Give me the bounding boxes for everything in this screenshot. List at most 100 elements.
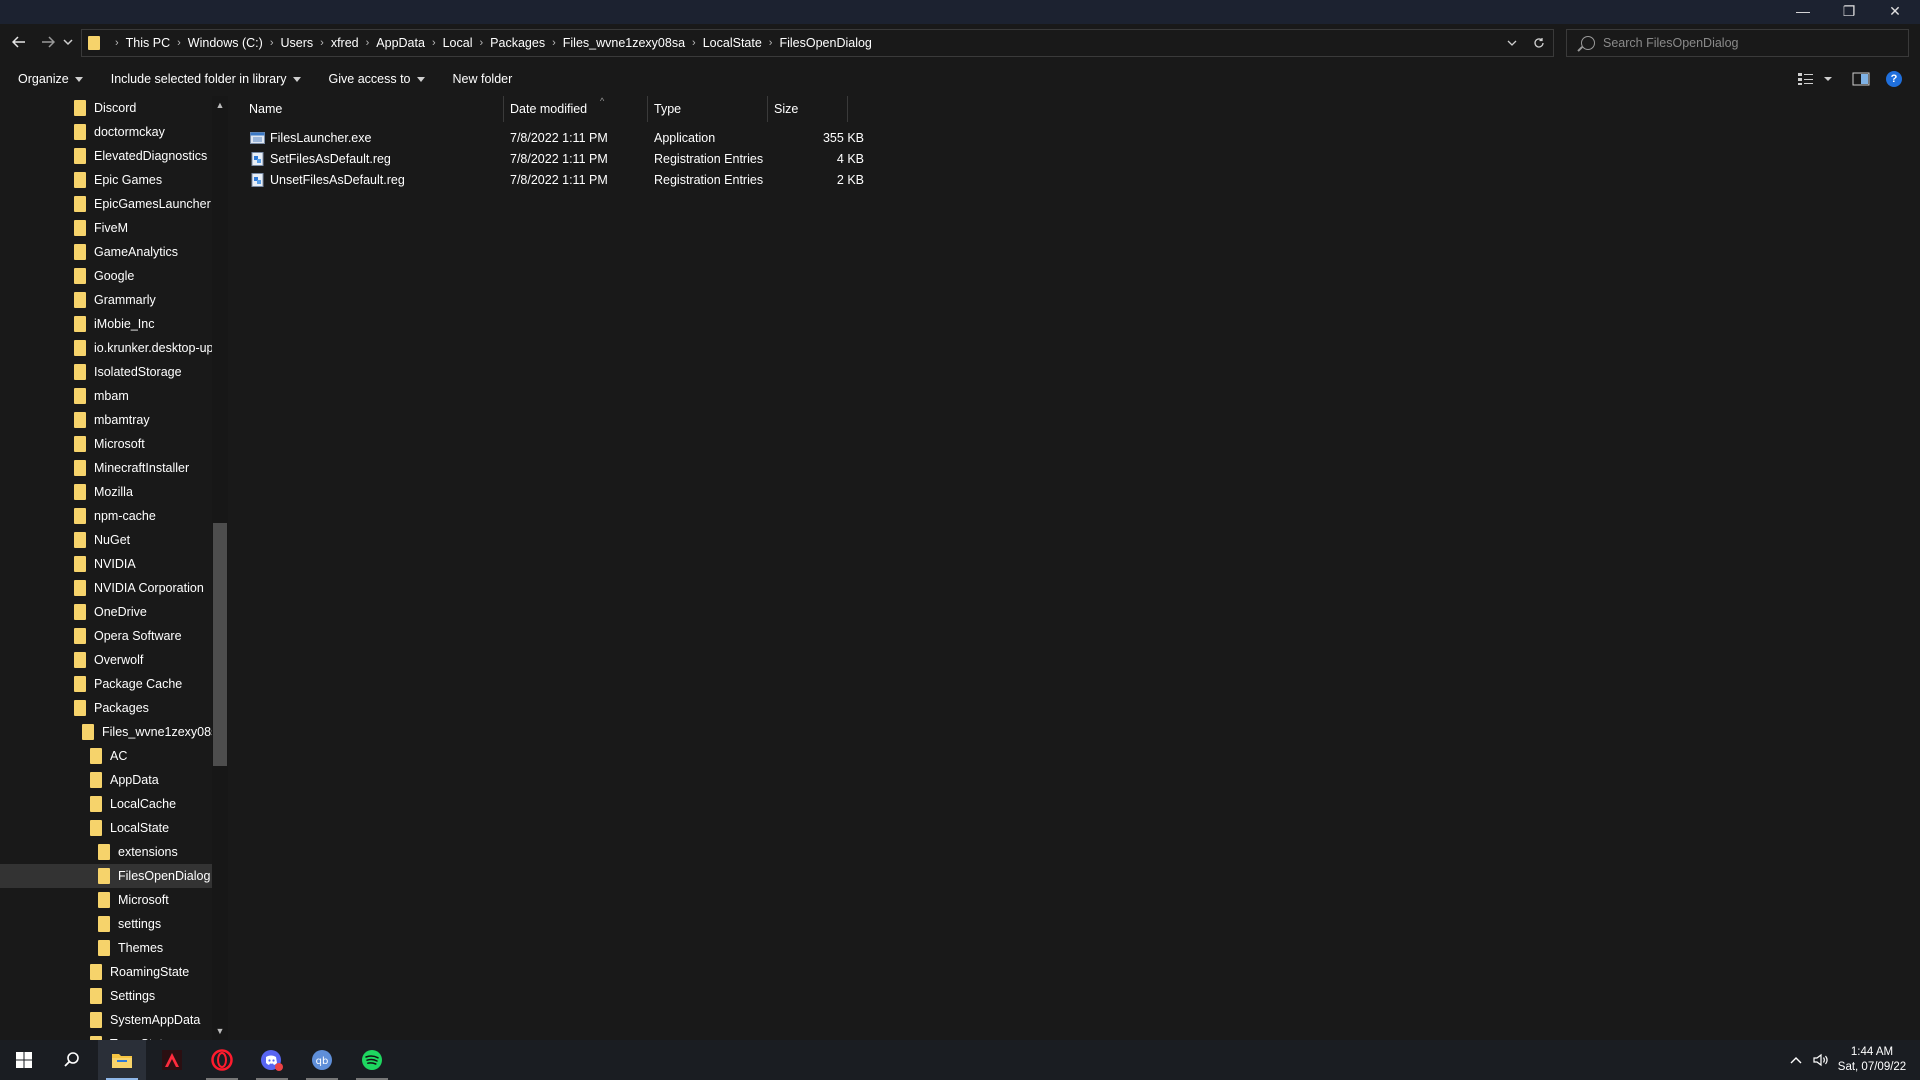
breadcrumb-item[interactable]: This PC [126,36,170,50]
minimize-button[interactable]: — [1780,0,1826,22]
breadcrumb-separator-icon[interactable]: › [270,37,274,49]
nav-tree-item[interactable]: NVIDIA Corporation [0,576,212,600]
column-divider[interactable] [503,96,504,122]
breadcrumb-item[interactable]: Windows (C:) [188,36,263,50]
taskbar-adobe-acrobat[interactable] [148,1040,196,1080]
nav-tree-item[interactable]: Microsoft [0,888,212,912]
nav-tree-item[interactable]: Themes [0,936,212,960]
breadcrumb-separator-icon[interactable]: › [366,37,370,49]
nav-tree-item[interactable]: doctormckay [0,120,212,144]
search-input[interactable] [1603,36,1903,50]
taskbar-file-explorer[interactable] [98,1040,146,1080]
nav-tree-item[interactable]: IsolatedStorage [0,360,212,384]
refresh-button[interactable] [1530,34,1548,52]
breadcrumb-item[interactable]: LocalState [703,36,762,50]
nav-tree-item[interactable]: LocalCache [0,792,212,816]
search-box[interactable] [1566,29,1909,57]
nav-tree-item[interactable]: AC [0,744,212,768]
column-header-date[interactable]: Date modified [510,96,587,122]
new-folder-button[interactable]: New folder [453,72,513,86]
file-row[interactable]: UnsetFilesAsDefault.reg 7/8/2022 1:11 PM R… [248,170,1080,191]
nav-tree-item[interactable]: iMobie_Inc [0,312,212,336]
navigation-scrollbar-thumb[interactable] [213,523,227,766]
nav-tree-item[interactable]: Microsoft [0,432,212,456]
nav-tree-item[interactable]: NVIDIA [0,552,212,576]
nav-tree-item[interactable]: Grammarly [0,288,212,312]
nav-tree-item[interactable]: SystemAppData [0,1008,212,1032]
nav-tree-item[interactable]: Opera Software [0,624,212,648]
nav-tree-item[interactable]: FiveM [0,216,212,240]
breadcrumb-separator-icon[interactable]: › [115,37,119,49]
navigation-pane[interactable]: Discord doctormckay ElevatedDiagnostics Epi… [0,96,228,1040]
breadcrumb-separator-icon[interactable]: › [692,37,696,49]
nav-tree-item[interactable]: Settings [0,984,212,1008]
nav-tree-item[interactable]: MinecraftInstaller [0,456,212,480]
scroll-up-icon[interactable]: ▲ [212,98,228,112]
column-header-name[interactable]: Name [249,96,282,122]
nav-tree-item[interactable]: Package Cache [0,672,212,696]
nav-tree-item[interactable]: mbam [0,384,212,408]
show-hidden-icons-button[interactable] [1790,1040,1802,1080]
column-divider[interactable] [847,96,848,122]
give-access-button[interactable]: Give access to [329,72,425,86]
breadcrumb-item[interactable]: Files_wvne1zexy08sa [563,36,685,50]
breadcrumb-item[interactable]: AppData [376,36,425,50]
system-clock[interactable]: 1:44 AM Sat, 07/09/22 [1832,1045,1912,1075]
nav-tree-item[interactable]: AppData [0,768,212,792]
nav-tree-item[interactable]: Packages [0,696,212,720]
nav-tree-item[interactable]: NuGet [0,528,212,552]
maximize-button[interactable]: ❐ [1826,0,1872,22]
scroll-down-icon[interactable]: ▼ [212,1024,228,1038]
nav-tree-item[interactable]: settings [0,912,212,936]
nav-tree-item[interactable]: io.krunker.desktop-up [0,336,212,360]
nav-tree-item[interactable]: Discord [0,96,212,120]
breadcrumb-separator-icon[interactable]: › [552,37,556,49]
breadcrumb-item[interactable]: FilesOpenDialog [779,36,871,50]
address-history-button[interactable] [1503,34,1521,52]
taskbar-discord[interactable] [248,1040,296,1080]
taskbar-qbittorrent[interactable]: qb [298,1040,346,1080]
breadcrumb-separator-icon[interactable]: › [320,37,324,49]
include-library-button[interactable]: Include selected folder in library [111,72,301,86]
nav-tree-item[interactable]: Overwolf [0,648,212,672]
column-header-size[interactable]: Size [774,96,798,122]
nav-tree-item[interactable]: Epic Games [0,168,212,192]
help-icon[interactable]: ? [1886,71,1902,87]
nav-tree-item[interactable]: npm-cache [0,504,212,528]
volume-button[interactable] [1813,1040,1829,1080]
recent-locations-button[interactable] [60,30,76,54]
forward-button[interactable] [36,30,60,54]
nav-tree-item[interactable]: FilesOpenDialog [0,864,212,888]
nav-tree-item[interactable]: Mozilla [0,480,212,504]
taskbar-search-button[interactable] [48,1040,96,1080]
taskbar-opera[interactable] [198,1040,246,1080]
breadcrumb-item[interactable]: Local [443,36,473,50]
taskbar-spotify[interactable] [348,1040,396,1080]
column-divider[interactable] [767,96,768,122]
nav-tree-item[interactable]: LocalState [0,816,212,840]
nav-tree-item[interactable]: EpicGamesLauncher [0,192,212,216]
back-button[interactable] [7,30,31,54]
column-header-type[interactable]: Type [654,96,681,122]
windows-start-button[interactable] [0,1040,48,1080]
nav-tree-item[interactable]: extensions [0,840,212,864]
preview-pane-icon[interactable] [1852,72,1870,86]
view-options-chevron-icon[interactable] [1823,76,1833,82]
nav-tree-item[interactable]: TempState [0,1032,212,1040]
nav-tree-item[interactable]: RoamingState [0,960,212,984]
breadcrumb-separator-icon[interactable]: › [769,37,773,49]
breadcrumb-item[interactable]: xfred [331,36,359,50]
nav-tree-item[interactable]: GameAnalytics [0,240,212,264]
nav-tree-item[interactable]: OneDrive [0,600,212,624]
nav-tree-item[interactable]: Files_wvne1zexy08sa [0,720,212,744]
file-row[interactable]: SetFilesAsDefault.reg 7/8/2022 1:11 PM Reg… [248,149,1080,170]
nav-tree-item[interactable]: ElevatedDiagnostics [0,144,212,168]
breadcrumb-separator-icon[interactable]: › [480,37,484,49]
nav-tree-item[interactable]: Google [0,264,212,288]
close-button[interactable]: ✕ [1872,0,1918,22]
breadcrumb-item[interactable]: Packages [490,36,545,50]
breadcrumb-separator-icon[interactable]: › [432,37,436,49]
breadcrumb-item[interactable]: Users [280,36,313,50]
column-divider[interactable] [647,96,648,122]
address-bar[interactable]: › This PC › Windows (C:) › Users › xfred › AppDat… [81,29,1554,57]
